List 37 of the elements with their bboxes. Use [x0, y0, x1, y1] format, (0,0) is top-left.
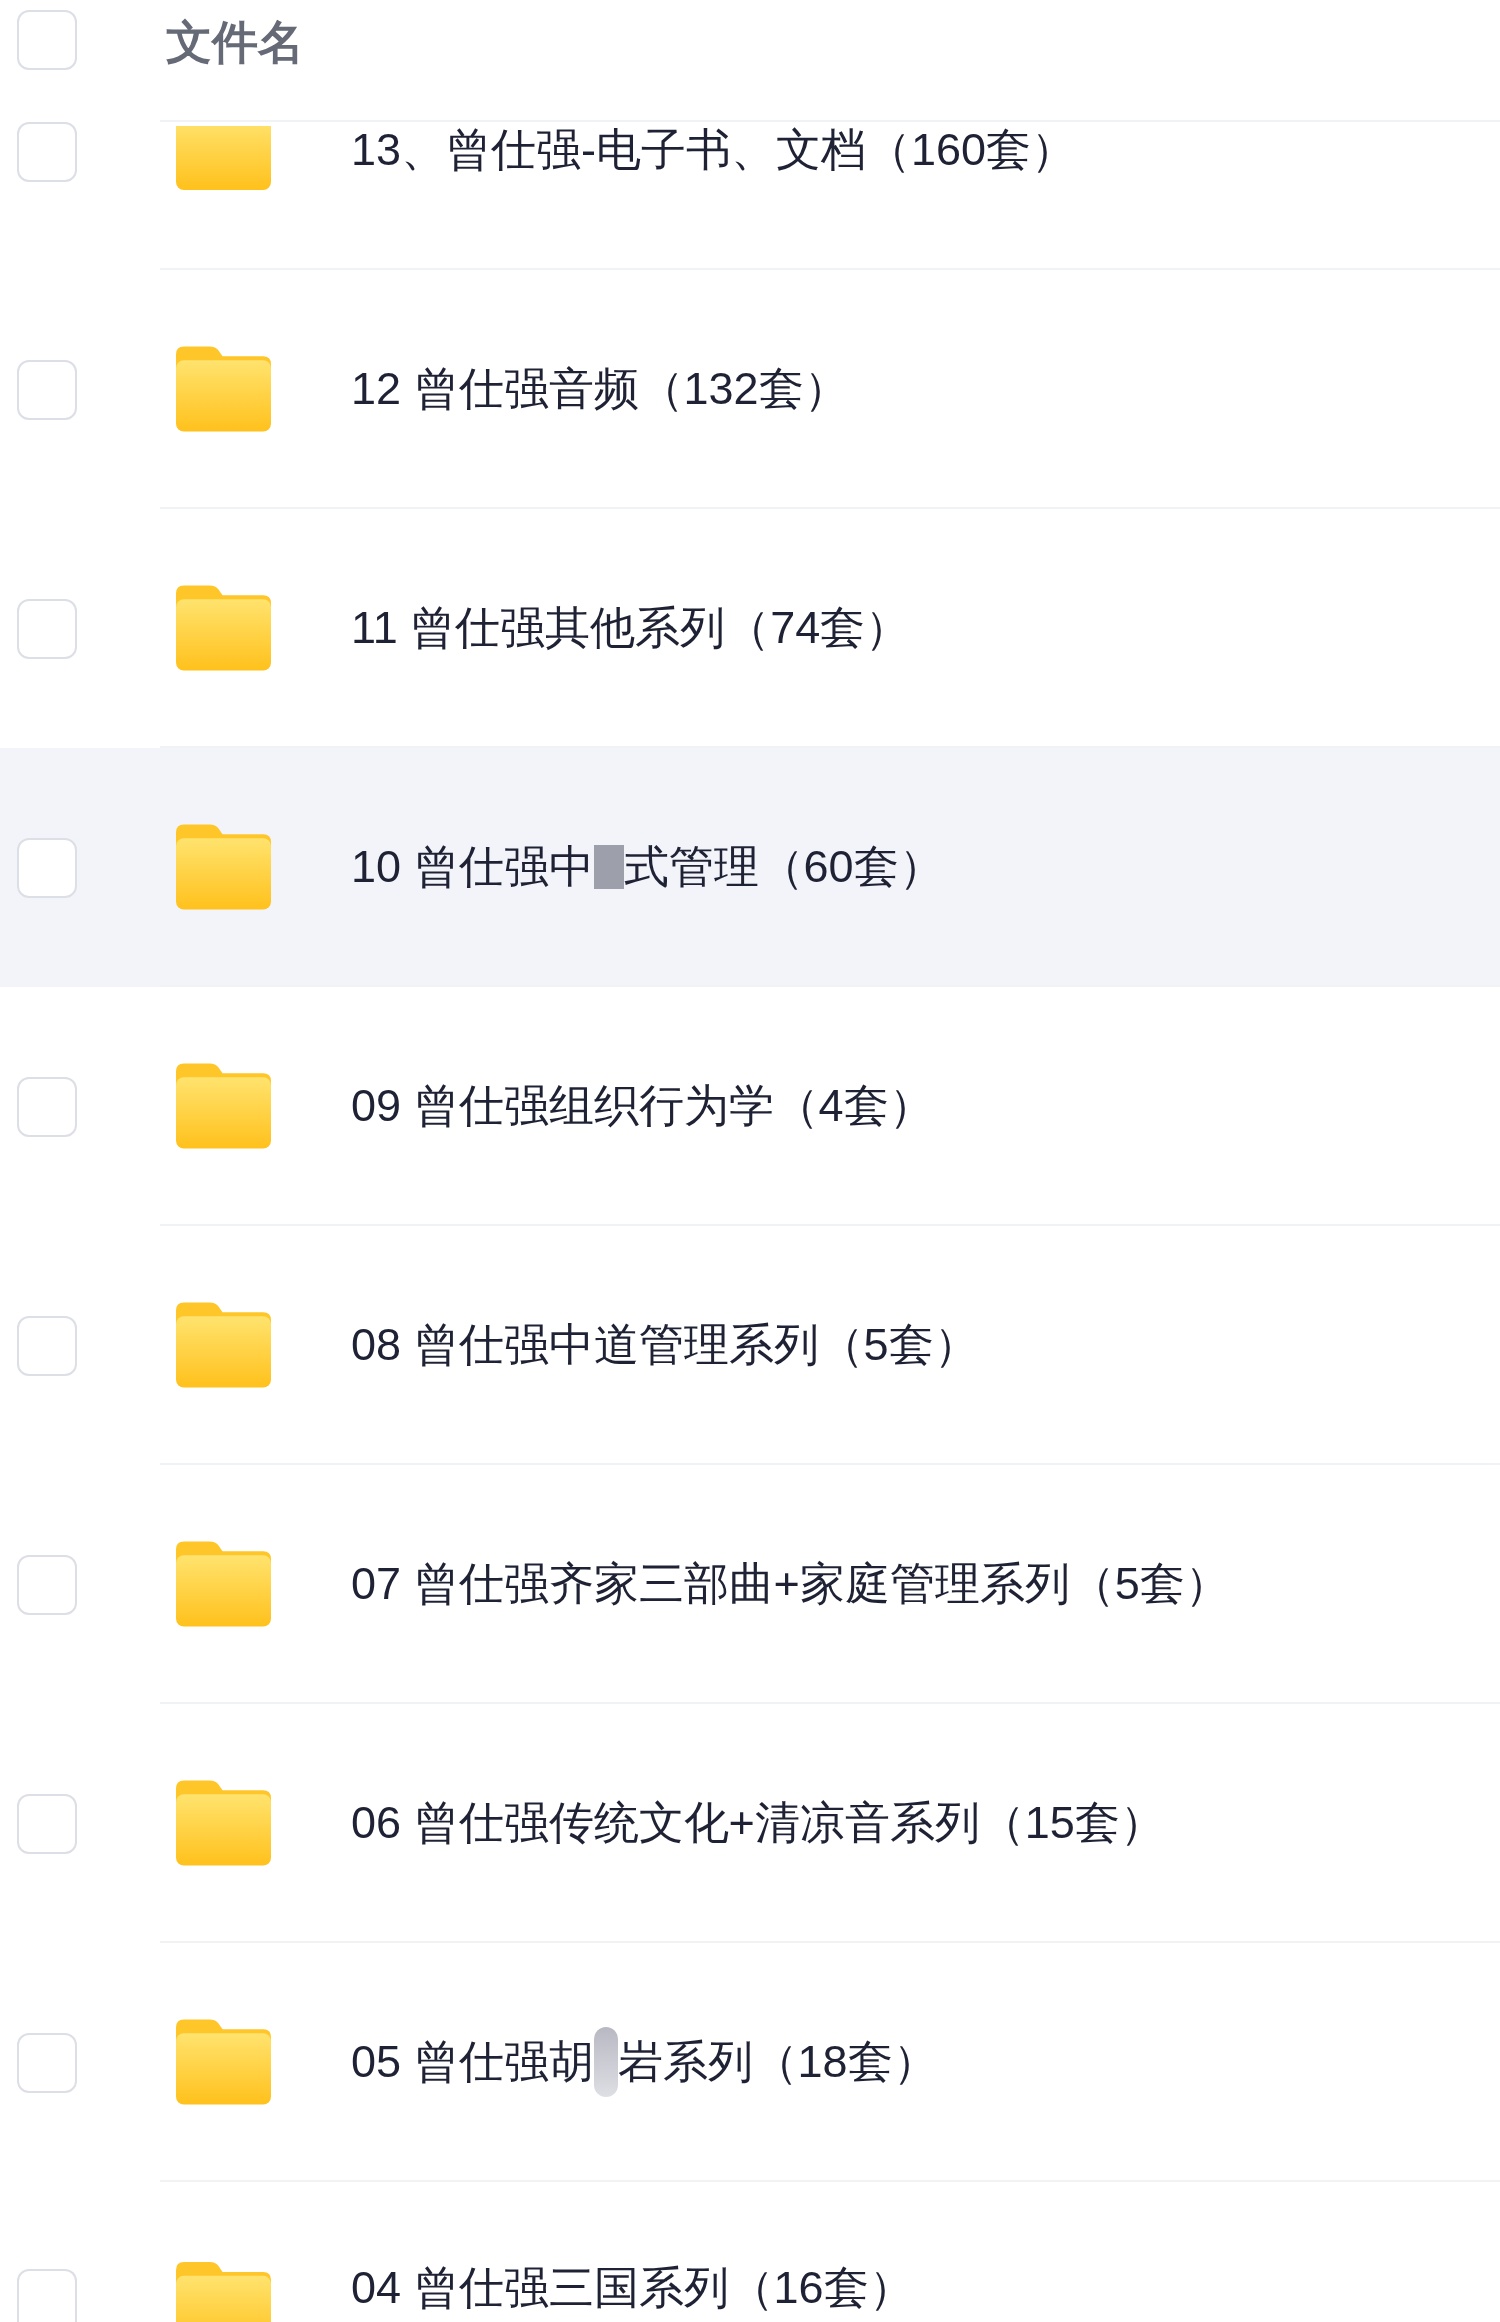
folder-name[interactable]: 岩系列（18套）: [617, 2033, 938, 2090]
folder-name[interactable]: 09 曾仕强组织行为学（4套）: [351, 1077, 934, 1134]
row-checkbox[interactable]: [17, 598, 77, 659]
file-row[interactable]: 10 曾仕强中 式管理（60套）: [0, 748, 1500, 987]
folder-icon: [176, 1540, 271, 1627]
folder-icon: [176, 1062, 271, 1149]
row-checkbox[interactable]: [17, 1315, 77, 1376]
folder-icon: [176, 2018, 271, 2105]
folder-icon: [176, 584, 271, 671]
row-checkbox[interactable]: [17, 359, 77, 420]
column-header: 文件名: [166, 15, 304, 70]
folder-icon: [176, 1779, 271, 1866]
folder-name[interactable]: 08 曾仕强中道管理系列（5套）: [351, 1316, 979, 1373]
select-all-checkbox[interactable]: [17, 10, 77, 70]
folder-icon: [176, 126, 271, 190]
folder-name[interactable]: 04 曾仕强三国系列（16套）: [351, 2260, 914, 2316]
folder-icon: [176, 1301, 271, 1388]
row-checkbox[interactable]: [17, 837, 77, 898]
row-checkbox[interactable]: [17, 1076, 77, 1137]
folder-name[interactable]: 13、曾仕强-电子书、文档（160套）: [351, 122, 1077, 178]
folder-name[interactable]: 12 曾仕强音频（132套）: [351, 360, 849, 417]
row-checkbox[interactable]: [17, 122, 77, 182]
folder-icon: [176, 2262, 271, 2322]
folder-name[interactable]: 06 曾仕强传统文化+清凉音系列（15套）: [351, 1794, 1165, 1851]
folder-icon: [176, 823, 271, 910]
row-checkbox[interactable]: [17, 1554, 77, 1615]
folder-name[interactable]: 式管理（60套）: [623, 838, 944, 895]
folder-name[interactable]: 10 曾仕强中: [351, 838, 594, 895]
row-checkbox[interactable]: [17, 2032, 77, 2093]
folder-name[interactable]: 05 曾仕强胡: [351, 2033, 594, 2090]
row-checkbox[interactable]: [17, 1793, 77, 1854]
folder-name[interactable]: 07 曾仕强齐家三部曲+家庭管理系列（5套）: [351, 1555, 1230, 1612]
folder-name[interactable]: 11 曾仕强其他系列（74套）: [351, 599, 911, 656]
redaction-smudge-icon: [593, 2026, 618, 2097]
redaction-block-icon: [593, 844, 624, 889]
folder-icon: [176, 345, 271, 432]
row-checkbox[interactable]: [17, 2269, 77, 2322]
